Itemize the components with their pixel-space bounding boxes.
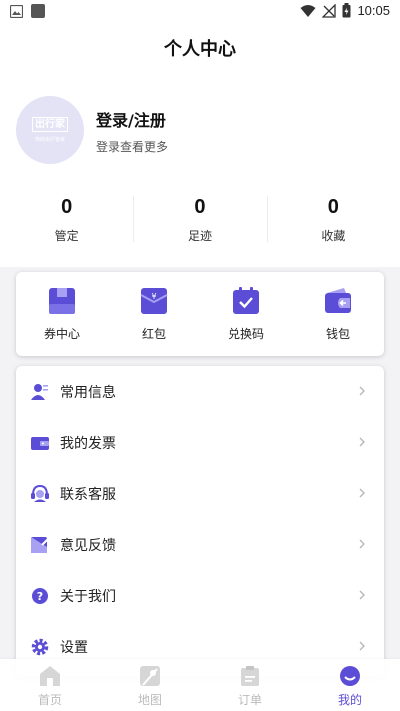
stat-label: 管定 — [54, 229, 79, 243]
tab-profile[interactable]: 我的 — [300, 659, 400, 711]
quick-action-coupon-center[interactable]: 券中心 — [16, 272, 108, 356]
stats-row: 0 管定 0 足迹 0 收藏 — [0, 192, 400, 248]
image-notification-icon — [10, 4, 23, 18]
menu-item-label: 联系客服 — [60, 486, 116, 503]
invoice-icon — [31, 434, 49, 452]
tab-orders[interactable]: 订单 — [200, 659, 300, 711]
tab-label: 首页 — [37, 693, 62, 707]
avatar-logo-text: 出行家 — [32, 117, 68, 132]
quick-action-label: 兑换码 — [227, 327, 264, 341]
svg-text:¥: ¥ — [151, 292, 156, 301]
menu-item-label: 设置 — [60, 639, 88, 656]
tab-label: 我的 — [337, 693, 362, 707]
chevron-right-icon — [359, 590, 365, 600]
map-icon — [138, 664, 162, 688]
settings-icon — [31, 638, 49, 656]
menu-item-contact-info[interactable]: 常用信息 — [16, 366, 384, 417]
customer-service-icon — [31, 484, 49, 503]
login-register-link[interactable]: 登录/注册 — [96, 107, 166, 131]
login-hint: 登录查看更多 — [96, 140, 169, 154]
chevron-right-icon — [359, 386, 365, 396]
menu-item-customer-service[interactable]: 联系客服 — [16, 468, 384, 519]
red-envelope-icon: ¥ — [139, 286, 169, 316]
avatar-sub-text: 你的出行管家 — [34, 137, 65, 143]
stat-value: 0 — [194, 196, 206, 218]
feedback-icon — [31, 536, 49, 554]
bottom-tab-bar: 首页 地图 订单 我的 — [0, 659, 400, 711]
stat-value: 0 — [61, 196, 73, 218]
stat-value: 0 — [327, 196, 339, 218]
menu-item-label: 我的发票 — [60, 435, 116, 452]
contact-info-icon — [31, 383, 49, 401]
menu-item-label: 意见反馈 — [60, 537, 116, 554]
order-icon — [238, 664, 262, 688]
wifi-icon — [300, 4, 316, 17]
quick-action-label: 钱包 — [325, 327, 350, 341]
tab-label: 地图 — [137, 693, 162, 707]
quick-actions-card: 券中心 ¥ 红包 兑换码 钱包 — [16, 272, 384, 356]
menu-item-feedback[interactable]: 意见反馈 — [16, 519, 384, 570]
quick-action-label: 券中心 — [43, 327, 80, 341]
chevron-right-icon — [359, 437, 365, 447]
battery-icon — [342, 3, 351, 18]
coupon-icon — [47, 286, 77, 316]
profile-icon — [338, 664, 362, 688]
page-title: 个人中心 — [164, 39, 236, 60]
chevron-right-icon — [359, 641, 365, 651]
stat-label: 收藏 — [321, 229, 346, 243]
chevron-right-icon — [359, 539, 365, 549]
title-bar: 个人中心 — [0, 24, 400, 72]
profile-section: 出行家 你的出行管家 登录/注册 登录查看更多 0 管定 0 足迹 0 收藏 — [0, 72, 400, 267]
svg-text:?: ? — [37, 590, 43, 603]
app-notification-icon — [31, 4, 45, 18]
menu-item-invoice[interactable]: 我的发票 — [16, 417, 384, 468]
wallet-icon — [323, 286, 353, 316]
chevron-right-icon — [359, 488, 365, 498]
menu-item-label: 常用信息 — [60, 384, 116, 401]
avatar[interactable]: 出行家 你的出行管家 — [16, 96, 84, 164]
stat-item[interactable]: 0 收藏 — [266, 192, 400, 248]
menu-list-card: 常用信息 我的发票 联系客服 意见反馈 ? 关于我们 设置 — [16, 366, 384, 676]
home-icon — [38, 664, 62, 688]
stat-item[interactable]: 0 管定 — [0, 192, 133, 248]
status-bar: 10:05 — [0, 0, 400, 24]
stat-label: 足迹 — [187, 229, 212, 243]
no-signal-icon — [322, 3, 337, 18]
menu-item-label: 关于我们 — [60, 588, 116, 605]
stat-item[interactable]: 0 足迹 — [133, 192, 266, 248]
menu-item-about-us[interactable]: ? 关于我们 — [16, 570, 384, 621]
quick-action-label: 红包 — [141, 327, 166, 341]
tab-home[interactable]: 首页 — [0, 659, 100, 711]
quick-action-redeem-code[interactable]: 兑换码 — [200, 272, 292, 356]
redeem-code-icon — [231, 286, 261, 316]
quick-action-wallet[interactable]: 钱包 — [292, 272, 384, 356]
quick-action-red-envelope[interactable]: ¥ 红包 — [108, 272, 200, 356]
tab-label: 订单 — [237, 693, 262, 707]
tab-map[interactable]: 地图 — [100, 659, 200, 711]
about-icon: ? — [31, 587, 49, 605]
status-time: 10:05 — [357, 3, 390, 18]
